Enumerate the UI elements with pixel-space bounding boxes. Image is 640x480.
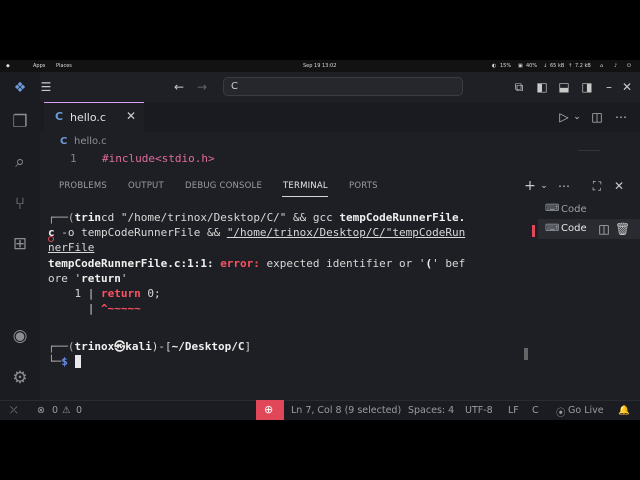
tab-ports[interactable]: PORTS [349,181,378,191]
run-dropdown-icon[interactable]: ⌄ [570,110,584,124]
go-live-button[interactable]: Go Live [568,405,604,416]
terminal-prompt-line: └─$ [48,354,82,369]
split-editor-icon[interactable]: ◫ [590,110,604,124]
tab-close-icon[interactable]: ✕ [126,109,136,123]
notifications-bell-icon[interactable]: 🔔 [618,405,630,416]
command-center-search[interactable]: C [223,77,463,96]
terminal-scrollbar[interactable] [524,348,528,360]
terminal-line: ┌──(trincd "/home/trinox/Desktop/C/" && … [48,211,466,224]
explorer-icon[interactable]: ❐ [10,112,30,132]
warning-count[interactable]: 0 [76,405,82,416]
account-icon[interactable]: ◉ [10,326,30,346]
indentation[interactable]: Spaces: 4 [408,405,454,416]
breadcrumb-c-icon: C [60,136,68,147]
net-up: 7.2 kB [575,63,591,69]
close-window-icon[interactable]: ✕ [620,80,634,94]
encoding[interactable]: UTF-8 [465,405,493,416]
go-live-icon[interactable]: ⦿ [556,405,566,419]
active-tab-indicator [282,196,328,197]
remote-icon[interactable]: ⤫ [10,405,18,416]
terminal-prompt: ┌──(trinox㉿kali)-[~/Desktop/C] [48,340,252,353]
cpu-icon: ▣ [518,63,523,69]
extensions-icon[interactable]: ⊞ [10,234,30,254]
network-icon[interactable]: ⌂ [600,63,603,69]
battery-icon: ◐ [492,63,497,69]
clock[interactable]: Sep 19 13:02 [303,63,336,69]
battery-level: 15% [500,63,512,69]
run-code-icon[interactable]: ▷ [557,110,571,124]
scrollbar-error-mark [532,225,535,237]
terminal-dropdown-icon[interactable]: ⌄ [537,179,551,193]
terminal-cursor [74,355,82,369]
terminal-icon: ⌨ [545,223,560,234]
terminal-output[interactable]: ┌──(trincd "/home/trinox/Desktop/C/" && … [48,210,528,380]
tab-terminal[interactable]: TERMINAL [283,181,328,191]
split-terminal-icon[interactable]: ◫ [597,222,611,236]
line-number: 1 [70,152,77,165]
breadcrumb[interactable]: hello.c [74,136,107,147]
tab-output[interactable]: OUTPUT [128,181,164,191]
terminal-line: ore 'return' [48,271,128,285]
places-menu[interactable]: Places [56,63,72,69]
c-file-icon: C [55,110,64,123]
back-arrow-icon[interactable]: ← [172,80,186,94]
system-top-bar: ◆ Apps Places Sep 19 13:02 ◐ 15% ▣ 40% ↓… [0,60,640,72]
new-terminal-icon[interactable]: + [523,179,537,193]
cursor-position[interactable]: Ln 7, Col 8 (9 selected) [291,405,401,416]
kill-terminal-icon[interactable]: 🗑 [615,222,630,236]
toggle-sidebar-icon[interactable]: ◧ [535,80,549,94]
toggle-panel-icon[interactable]: ⬓ [557,80,571,94]
maximize-panel-icon[interactable]: ⛶ [590,179,604,193]
language-mode[interactable]: C [532,405,539,416]
toggle-secondary-sidebar-icon[interactable]: ◨ [580,80,594,94]
errors-icon[interactable]: ⊗ [37,405,45,416]
minimize-icon[interactable]: – [602,80,616,94]
tab-problems[interactable]: PROBLEMS [59,181,107,191]
terminal-line: tempCodeRunnerFile.c:1:1: error: expecte… [48,256,466,270]
source-control-icon[interactable]: ⑂ [10,194,30,214]
error-indicator-icon [48,236,54,242]
upload-icon: ↑ [568,63,573,69]
volume-icon[interactable]: ♪ [614,63,617,69]
apps-menu[interactable]: Apps [33,63,45,69]
terminal-line: 1 | return 0; [48,287,161,300]
activity-bar: ❖ ❐ ⌕ ⑂ ⊞ ◉ ⚙ [0,72,40,420]
minimap[interactable] [578,150,600,165]
cpu-level: 40% [526,63,538,69]
status-bar: ⤫ ⊗ 0 ⚠ 0 Ln 7, Col 8 (9 selected) Space… [0,400,640,420]
terminal-icon: ⌨ [545,203,560,214]
vscode-logo-icon: ❖ [13,80,27,96]
search-icon[interactable]: ⌕ [10,152,30,172]
tab-label[interactable]: hello.c [70,111,106,124]
net-down: 65 kB [550,63,565,69]
zoom-icon: ⊕ [264,403,274,416]
terminal-list-item[interactable]: Code [561,223,587,234]
zoom-button[interactable]: ⊕ [256,400,284,420]
terminal-line: | ^~~~~~ [48,302,141,316]
panel-more-icon[interactable]: ⋯ [557,179,571,193]
download-icon: ↓ [543,63,548,69]
warnings-icon[interactable]: ⚠ [62,405,71,416]
close-panel-icon[interactable]: ✕ [612,179,626,193]
terminal-line: nerFile [48,241,95,255]
end-of-line[interactable]: LF [508,405,519,416]
code-line[interactable]: #include<stdio.h> [102,152,215,165]
forward-arrow-icon[interactable]: → [195,80,209,94]
layout-customize-icon[interactable]: ⧉ [512,80,526,94]
terminal-line: c -o tempCodeRunnerFile && "/home/trinox… [48,226,466,240]
more-actions-icon[interactable]: ⋯ [614,110,628,124]
error-count[interactable]: 0 [52,405,58,416]
distro-icon[interactable]: ◆ [6,63,10,69]
tab-debug-console[interactable]: DEBUG CONSOLE [185,181,262,191]
power-icon[interactable]: ⏻ [627,63,631,69]
terminal-list-item[interactable]: Code [561,204,587,215]
menu-icon[interactable]: ☰ [39,80,53,94]
settings-gear-icon[interactable]: ⚙ [10,368,30,388]
